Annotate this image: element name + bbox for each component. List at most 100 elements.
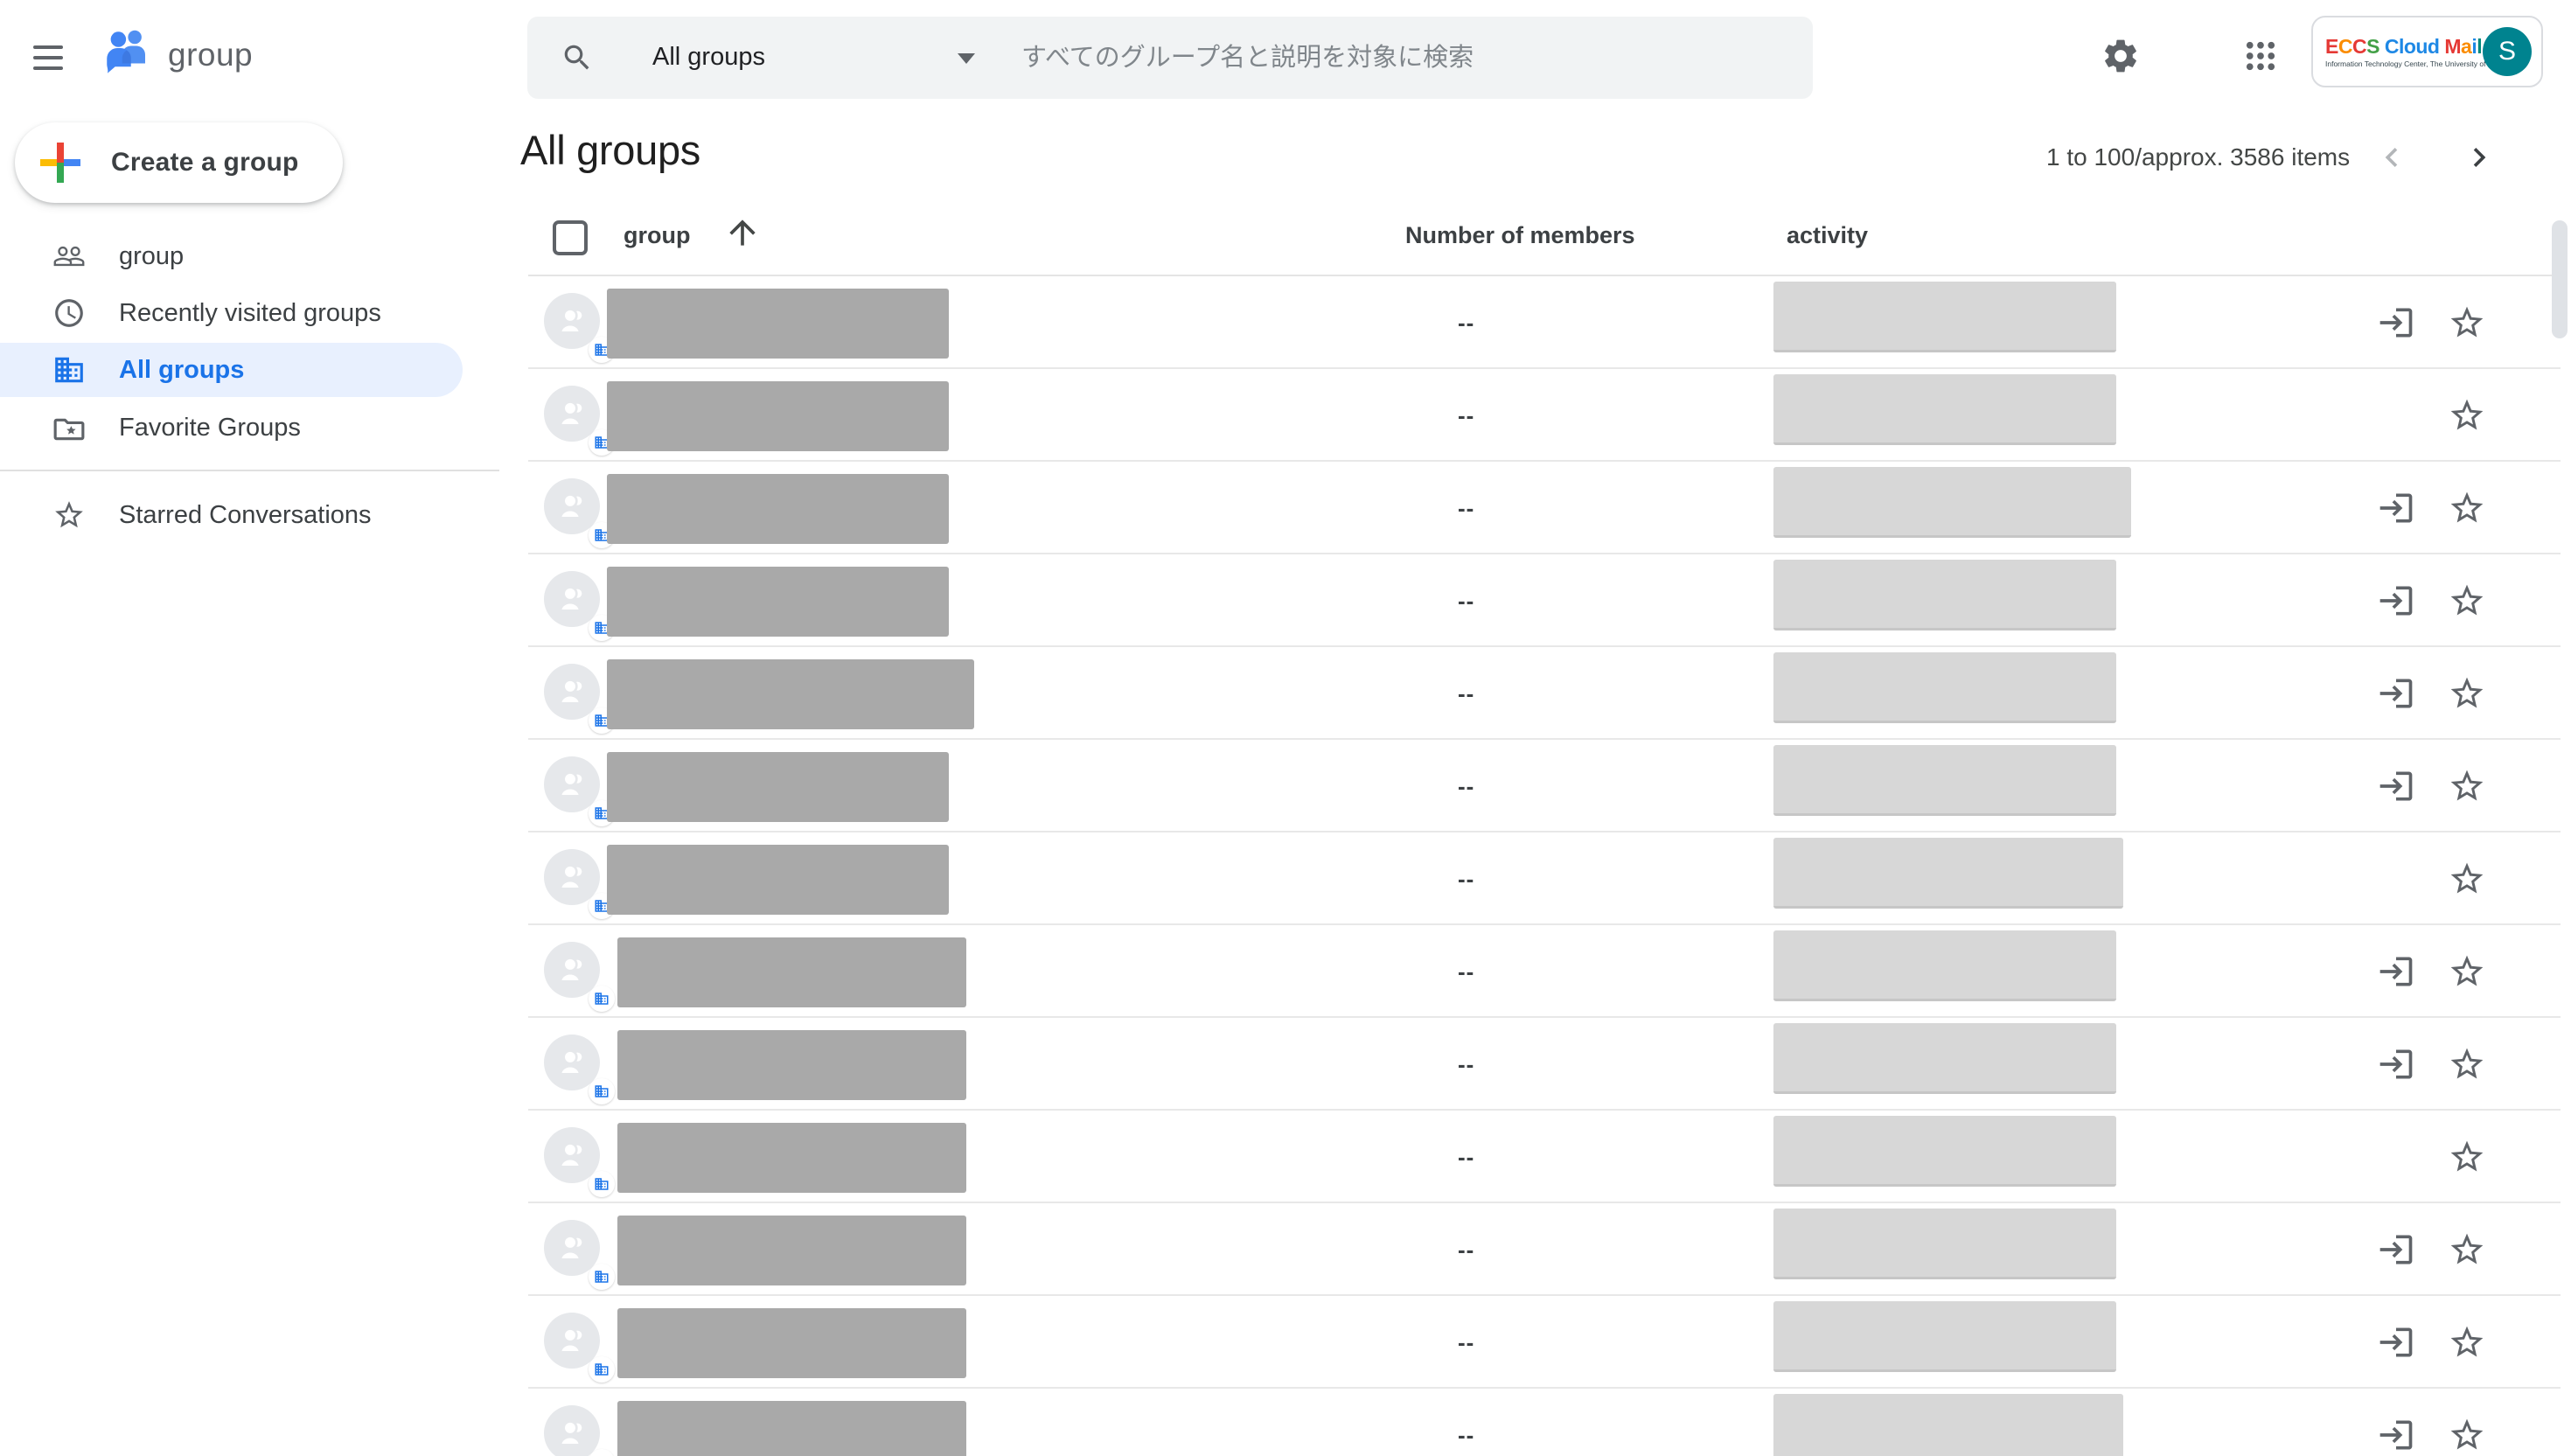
members-count: --: [1458, 647, 1474, 740]
avatar[interactable]: S: [2483, 27, 2532, 76]
chevron-left-icon[interactable]: [2372, 138, 2411, 177]
table-row[interactable]: --: [528, 1296, 2561, 1389]
join-group-icon[interactable]: [2377, 952, 2415, 991]
group-name-redacted[interactable]: [617, 937, 966, 1007]
star-icon[interactable]: [2448, 674, 2486, 713]
star-icon[interactable]: [2448, 952, 2486, 991]
members-count: --: [1458, 1203, 1474, 1296]
group-name-redacted[interactable]: [607, 381, 949, 451]
group-avatar: [544, 942, 600, 998]
join-group-icon[interactable]: [2377, 489, 2415, 527]
group-avatar: [544, 1405, 600, 1456]
organization-badge-icon: [589, 1171, 615, 1197]
group-avatar: [544, 756, 600, 812]
table-row[interactable]: --: [528, 554, 2561, 647]
select-all-checkbox[interactable]: [553, 220, 588, 255]
brand-letter: a: [2461, 35, 2471, 58]
join-group-icon[interactable]: [2377, 303, 2415, 342]
brand-letter: S: [2366, 35, 2379, 58]
search-input[interactable]: [1021, 17, 1791, 99]
top-app-bar: group All groups ECCS Cloud Mail Informa…: [0, 0, 2571, 115]
group-name-redacted[interactable]: [617, 1308, 966, 1378]
table-row[interactable]: --: [528, 462, 2561, 554]
column-header-members[interactable]: Number of members: [1405, 222, 1635, 249]
star-icon[interactable]: [2448, 396, 2486, 435]
group-name-redacted[interactable]: [607, 845, 949, 915]
chevron-down-icon[interactable]: [958, 53, 975, 64]
group-name-redacted[interactable]: [607, 752, 949, 822]
table-row[interactable]: --: [528, 647, 2561, 740]
sidebar-item-recently-visited[interactable]: Recently visited groups: [0, 286, 463, 340]
group-name-redacted[interactable]: [617, 1030, 966, 1100]
star-icon[interactable]: [2448, 1138, 2486, 1176]
search-icon[interactable]: [561, 41, 594, 79]
sidebar-item-all-groups[interactable]: All groups: [0, 343, 463, 397]
star-icon[interactable]: [2448, 303, 2486, 342]
star-icon: [52, 498, 86, 532]
apps-grid-icon[interactable]: [2229, 24, 2292, 87]
star-icon[interactable]: [2448, 489, 2486, 527]
account-card[interactable]: ECCS Cloud Mail Information Technology C…: [2311, 16, 2543, 87]
members-count: --: [1458, 925, 1474, 1018]
group-name-redacted[interactable]: [607, 659, 974, 729]
members-count: --: [1458, 1296, 1474, 1389]
group-name-redacted[interactable]: [617, 1401, 966, 1456]
table-row[interactable]: --: [528, 740, 2561, 832]
scrollbar-thumb[interactable]: [2552, 220, 2568, 338]
star-icon[interactable]: [2448, 767, 2486, 805]
join-group-icon[interactable]: [2377, 1416, 2415, 1454]
pagination-label: 1 to 100/approx. 3586 items: [2046, 143, 2350, 171]
groups-logo-icon: [101, 24, 154, 85]
sidebar-item-favorite-groups[interactable]: Favorite Groups: [0, 401, 463, 455]
activity-redacted: [1773, 1116, 2116, 1187]
table-row[interactable]: --: [528, 925, 2561, 1018]
star-icon[interactable]: [2448, 860, 2486, 898]
folder-star-icon: [52, 411, 86, 444]
join-group-icon[interactable]: [2377, 674, 2415, 713]
table-row[interactable]: --: [528, 1203, 2561, 1296]
sidebar-item-label: Recently visited groups: [119, 299, 381, 328]
brand-title: ECCS Cloud Mail: [2325, 35, 2481, 58]
column-header-activity[interactable]: activity: [1787, 222, 1868, 249]
group-name-redacted[interactable]: [617, 1216, 966, 1285]
table-row[interactable]: --: [528, 1389, 2561, 1456]
star-icon[interactable]: [2448, 1416, 2486, 1454]
star-icon[interactable]: [2448, 1045, 2486, 1083]
join-group-icon[interactable]: [2377, 1323, 2415, 1362]
sort-arrow-up-icon[interactable]: [723, 213, 762, 256]
group-name-redacted[interactable]: [607, 289, 949, 359]
brand-letter: l: [2477, 35, 2482, 58]
groups-logo[interactable]: group: [101, 24, 253, 85]
group-avatar: [544, 478, 600, 534]
star-icon[interactable]: [2448, 1230, 2486, 1269]
join-group-icon[interactable]: [2377, 1045, 2415, 1083]
activity-redacted: [1773, 1209, 2116, 1279]
join-group-icon[interactable]: [2377, 582, 2415, 620]
join-group-icon[interactable]: [2377, 1230, 2415, 1269]
hamburger-menu-icon[interactable]: [33, 35, 79, 80]
group-avatar: [544, 386, 600, 442]
settings-gear-icon[interactable]: [2089, 24, 2152, 87]
sidebar-item-group[interactable]: group: [0, 229, 463, 283]
group-name-redacted[interactable]: [607, 474, 949, 544]
brand-letter: C: [2338, 35, 2352, 58]
search-scope-dropdown[interactable]: All groups: [652, 43, 765, 72]
sidebar-item-starred-conversations[interactable]: Starred Conversations: [0, 488, 463, 542]
group-name-redacted[interactable]: [617, 1123, 966, 1193]
members-count: --: [1458, 832, 1474, 925]
star-icon[interactable]: [2448, 1323, 2486, 1362]
table-row[interactable]: --: [528, 832, 2561, 925]
chevron-right-icon[interactable]: [2460, 138, 2498, 177]
column-header-group[interactable]: group: [624, 222, 690, 249]
table-row[interactable]: --: [528, 1111, 2561, 1203]
table-row[interactable]: --: [528, 276, 2561, 369]
group-avatar: [544, 1035, 600, 1090]
table-row[interactable]: --: [528, 369, 2561, 462]
people-icon: [52, 240, 86, 273]
star-icon[interactable]: [2448, 582, 2486, 620]
join-group-icon[interactable]: [2377, 767, 2415, 805]
table-row[interactable]: --: [528, 1018, 2561, 1111]
brand-letter: C: [2352, 35, 2366, 58]
create-group-button[interactable]: Create a group: [15, 122, 343, 203]
group-name-redacted[interactable]: [607, 567, 949, 637]
